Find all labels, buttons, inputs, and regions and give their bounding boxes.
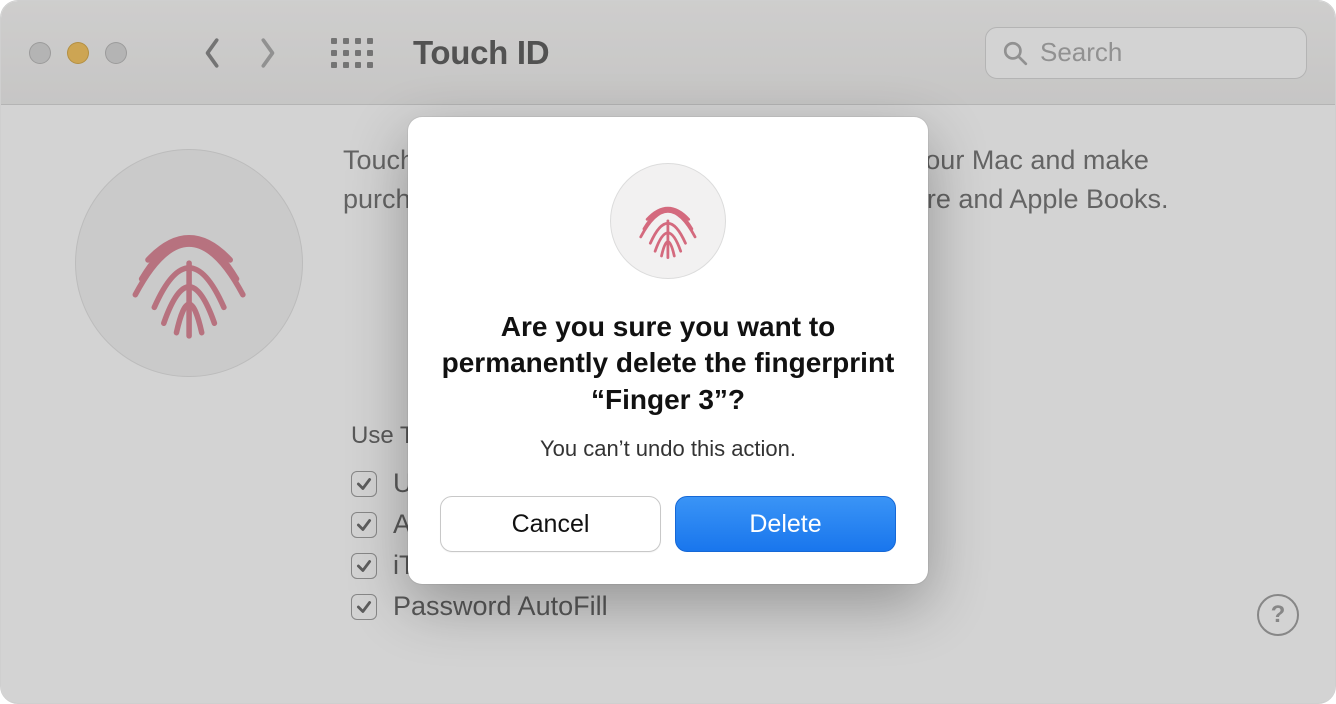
preferences-window: Touch ID Touch ID lets you use your fing… [0,0,1336,704]
search-icon [1002,40,1028,66]
checkbox-icon [351,553,377,579]
window-title: Touch ID [413,34,549,72]
window-controls [29,42,127,64]
delete-button[interactable]: Delete [675,496,896,552]
close-window-button[interactable] [29,42,51,64]
zoom-window-button[interactable] [105,42,127,64]
search-field[interactable] [985,27,1307,79]
search-input[interactable] [1040,37,1290,68]
chevron-right-icon [256,36,278,70]
dialog-fingerprint-icon [610,163,726,279]
chevron-left-icon [202,36,224,70]
show-all-button[interactable] [331,38,373,68]
cancel-button[interactable]: Cancel [440,496,661,552]
minimize-window-button[interactable] [67,42,89,64]
option-label: Password AutoFill [393,591,608,622]
toolbar: Touch ID [1,1,1335,105]
checkbox-icon [351,471,377,497]
touchid-hero [75,149,303,622]
dialog-heading: Are you sure you want to permanently del… [440,309,896,418]
checkbox-icon [351,512,377,538]
fingerprint-icon [75,149,303,377]
help-button[interactable]: ? [1257,594,1299,636]
help-icon: ? [1271,601,1286,629]
back-button[interactable] [195,23,231,83]
option-autofill[interactable]: Password AutoFill [351,591,1271,622]
checkbox-icon [351,594,377,620]
forward-button[interactable] [249,23,285,83]
delete-fingerprint-dialog: Are you sure you want to permanently del… [408,117,928,584]
dialog-subtext: You can’t undo this action. [440,436,896,462]
